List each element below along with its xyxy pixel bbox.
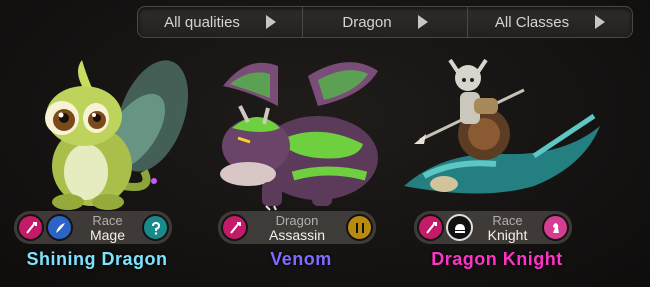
hero-name: Venom (270, 249, 332, 269)
race-filter[interactable]: Dragon (303, 7, 468, 37)
race-class-text: Dragon Assassin (248, 212, 346, 243)
venom-portrait (220, 62, 378, 211)
class-filter-label: All Classes (494, 13, 570, 31)
teal-help-icon (142, 214, 169, 241)
hero-tag-bar: Dragon Assassin (218, 211, 376, 244)
dragon-knight-portrait (404, 58, 600, 194)
race-filter-label: Dragon (342, 13, 392, 31)
hero-name: Dragon Knight (431, 249, 563, 269)
race-class-text: Race Knight (473, 212, 542, 243)
pink-sword-icon (17, 214, 44, 241)
class-label: Assassin (268, 226, 326, 243)
hero-tag-bar: Race Knight (414, 211, 572, 244)
quality-filter-label: All qualities (164, 13, 240, 31)
gold-dagger-icon (346, 214, 373, 241)
race-label: Dragon (275, 212, 319, 228)
hero-name: Shining Dragon (26, 249, 168, 269)
blue-feather-icon (46, 214, 73, 241)
race-class-text: Race Mage (73, 212, 142, 243)
hero-card-dragon-knight[interactable]: Race Knight Dragon Knight (404, 46, 600, 286)
triangle-right-icon (595, 15, 606, 29)
class-label: Mage (89, 226, 126, 243)
triangle-right-icon (265, 15, 276, 29)
triangle-right-icon (417, 15, 428, 29)
hero-tag-bar: Race Mage (14, 211, 172, 244)
class-filter[interactable]: All Classes (468, 7, 632, 37)
white-helmet-icon (446, 214, 473, 241)
class-label: Knight (487, 226, 528, 243)
pink-sword-icon (417, 214, 444, 241)
race-label: Race (92, 212, 123, 228)
race-label: Race (492, 212, 523, 228)
quality-filter[interactable]: All qualities (138, 7, 303, 37)
pink-chess-knight-icon (542, 214, 569, 241)
pink-sword-icon (221, 214, 248, 241)
filter-bar: All qualities Dragon All Classes (137, 6, 633, 38)
hero-card-venom[interactable]: Dragon Assassin Venom (208, 46, 404, 286)
shining-dragon-portrait (45, 60, 189, 210)
hero-card-shining-dragon[interactable]: Race Mage Shining Dragon (4, 46, 200, 286)
